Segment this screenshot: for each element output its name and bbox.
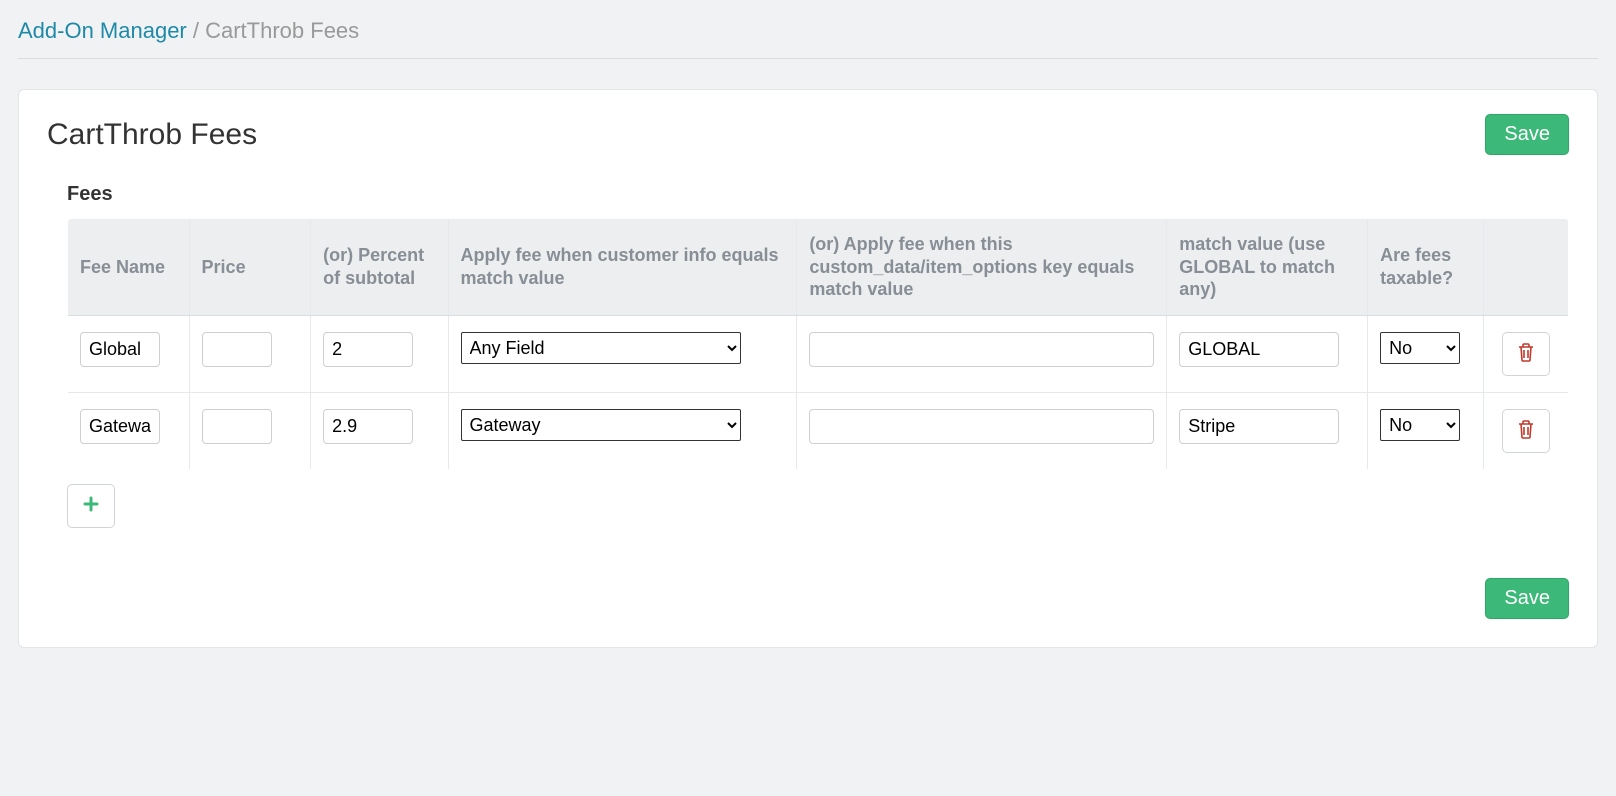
trash-icon bbox=[1517, 342, 1535, 365]
apply-field-select[interactable]: Gateway bbox=[461, 409, 741, 441]
fee-name-input[interactable] bbox=[80, 409, 160, 444]
fee-price-input[interactable] bbox=[202, 332, 272, 367]
delete-row-button[interactable] bbox=[1502, 409, 1550, 453]
match-value-input[interactable] bbox=[1179, 332, 1339, 367]
col-header-percent: (or) Percent of subtotal bbox=[311, 219, 448, 316]
taxable-select[interactable]: No bbox=[1380, 332, 1460, 364]
fee-percent-input[interactable] bbox=[323, 409, 413, 444]
col-header-fee-name: Fee Name bbox=[68, 219, 190, 316]
breadcrumb-parent-link[interactable]: Add-On Manager bbox=[18, 18, 187, 43]
fee-percent-input[interactable] bbox=[323, 332, 413, 367]
delete-row-button[interactable] bbox=[1502, 332, 1550, 376]
page-title: CartThrob Fees bbox=[47, 118, 257, 152]
col-header-apply: Apply fee when customer info equals matc… bbox=[448, 219, 797, 316]
col-header-key: (or) Apply fee when this custom_data/ite… bbox=[797, 219, 1167, 316]
match-value-input[interactable] bbox=[1179, 409, 1339, 444]
breadcrumb: Add-On Manager / CartThrob Fees bbox=[18, 18, 1598, 59]
taxable-select[interactable]: No bbox=[1380, 409, 1460, 441]
save-button[interactable]: Save bbox=[1485, 578, 1569, 619]
fees-section-label: Fees bbox=[67, 183, 1569, 206]
col-header-tax: Are fees taxable? bbox=[1368, 219, 1484, 316]
breadcrumb-separator: / bbox=[187, 18, 205, 43]
col-header-price: Price bbox=[189, 219, 311, 316]
breadcrumb-current: CartThrob Fees bbox=[205, 18, 359, 43]
panel-header: CartThrob Fees Save bbox=[47, 114, 1569, 155]
footer-actions: Save bbox=[47, 578, 1569, 619]
fees-table: Fee Name Price (or) Percent of subtotal … bbox=[67, 218, 1569, 470]
custom-key-input[interactable] bbox=[809, 332, 1154, 367]
fee-name-input[interactable] bbox=[80, 332, 160, 367]
save-button[interactable]: Save bbox=[1485, 114, 1569, 155]
fee-price-input[interactable] bbox=[202, 409, 272, 444]
apply-field-select[interactable]: Any Field bbox=[461, 332, 741, 364]
col-header-delete bbox=[1484, 219, 1569, 316]
settings-panel: CartThrob Fees Save Fees Fee Name Price … bbox=[18, 89, 1598, 648]
trash-icon bbox=[1517, 419, 1535, 442]
col-header-match: match value (use GLOBAL to match any) bbox=[1167, 219, 1368, 316]
plus-icon bbox=[83, 496, 99, 515]
table-row: Any Field No bbox=[68, 315, 1569, 392]
table-row: Gateway No bbox=[68, 392, 1569, 469]
custom-key-input[interactable] bbox=[809, 409, 1154, 444]
add-row-button[interactable] bbox=[67, 484, 115, 528]
